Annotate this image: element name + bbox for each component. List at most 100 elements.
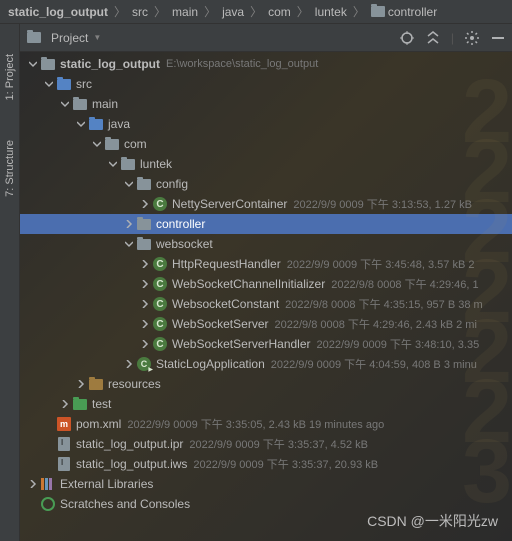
tree-node-label: resources [108,377,161,391]
breadcrumb-separator: 〉 [250,3,262,20]
class-icon: C [152,317,168,331]
tree-node-meta: 2022/9/9 0009 下午 3:35:37, 20.93 kB [193,456,378,472]
settings-icon[interactable] [464,30,480,46]
tree-node-label: main [92,97,118,111]
left-rail: 1: Project 7: Structure [0,24,20,541]
breadcrumb-item-com[interactable]: com [268,5,291,19]
tree-node-label: WebSocketServer [172,317,269,331]
watermark: CSDN @一米阳光zw [367,511,498,531]
tree-node-meta: 2022/9/9 0009 下午 4:04:59, 408 B 3 minu [271,356,477,372]
project-toolbar: Project ▼ | [20,24,512,52]
tree-node-label: src [76,77,92,91]
chevron-right-icon[interactable] [140,199,150,209]
class-icon: C [152,277,168,291]
source-folder-icon [88,117,104,131]
class-static-log-application[interactable]: CStaticLogApplication2022/9/9 0009 下午 4:… [20,354,512,374]
tree-node-meta: E:\workspace\static_log_output [166,58,318,70]
chevron-right-icon[interactable] [124,219,134,229]
class-http-request-handler[interactable]: CHttpRequestHandler2022/9/9 0009 下午 3:45… [20,254,512,274]
class-websocket-server-handler[interactable]: CWebSocketServerHandler2022/9/9 0009 下午 … [20,334,512,354]
chevron-down-icon[interactable] [60,99,70,109]
tree-node-label: luntek [140,157,172,171]
class-icon: C [152,337,168,351]
folder-com[interactable]: com [20,134,512,154]
hide-icon[interactable] [490,30,506,46]
breadcrumb-separator: 〉 [297,3,309,20]
chevron-right-icon[interactable] [140,339,150,349]
breadcrumb-item-static_log_output[interactable]: static_log_output [8,5,108,19]
chevron-down-icon[interactable] [124,179,134,189]
breadcrumb-separator: 〉 [114,3,126,20]
project-tree[interactable]: 2222223 static_log_outputE:\workspace\st… [20,52,512,541]
chevron-down-icon[interactable] [108,159,118,169]
breadcrumb-item-src[interactable]: src [132,5,148,19]
chevron-right-icon[interactable] [140,259,150,269]
breadcrumb-separator: 〉 [353,3,365,20]
folder-websocket[interactable]: websocket [20,234,512,254]
project-view-title[interactable]: Project [51,31,88,45]
folder-controller[interactable]: controller [20,214,512,234]
folder-main[interactable]: main [20,94,512,114]
chevron-right-icon[interactable] [28,479,38,489]
file-iws[interactable]: static_log_output.iws2022/9/9 0009 下午 3:… [20,454,512,474]
tree-node-label: WebSocketServerHandler [172,337,311,351]
folder-icon [40,57,56,71]
source-folder-icon [56,77,72,91]
breadcrumb-item-luntek[interactable]: luntek [315,5,347,19]
folder-src[interactable]: src [20,74,512,94]
application-icon: C [136,357,152,371]
locate-icon[interactable] [399,30,415,46]
chevron-right-icon[interactable] [124,359,134,369]
chevron-down-icon[interactable] [44,79,54,89]
tree-node-meta: 2022/9/8 0008 下午 4:29:46, 2.43 kB 2 mi [275,316,477,332]
breadcrumb-item-controller[interactable]: controller [371,5,437,19]
tree-node-label: HttpRequestHandler [172,257,281,271]
chevron-down-icon[interactable] [124,239,134,249]
folder-java[interactable]: java [20,114,512,134]
breadcrumb-item-java[interactable]: java [222,5,244,19]
tree-node-meta: 2022/9/9 0009 下午 3:35:05, 2.43 kB 19 min… [127,416,384,432]
file-ipr[interactable]: static_log_output.ipr 2022/9/9 0009 下午 3:… [20,434,512,454]
tree-node-label: controller [156,217,205,231]
libraries-icon [40,477,56,491]
breadcrumb-item-main[interactable]: main [172,5,198,19]
resources-folder-icon [88,377,104,391]
chevron-down-icon[interactable] [76,119,86,129]
tree-node-meta: 2022/9/9 0009 下午 3:35:37, 4.52 kB [189,436,368,452]
rail-tab-structure[interactable]: 7: Structure [4,140,16,197]
chevron-down-icon[interactable] [92,139,102,149]
tree-node-label: NettyServerContainer [172,197,287,211]
rail-tab-project[interactable]: 1: Project [4,54,16,100]
tree-node-label: com [124,137,147,151]
collapse-all-icon[interactable] [425,30,441,46]
class-websocket-server[interactable]: C WebSocketServer 2022/9/8 0008 下午 4:29:46… [20,314,512,334]
class-icon: C [152,257,168,271]
toolbar-separator: | [451,31,454,45]
chevron-right-icon[interactable] [76,379,86,389]
chevron-right-icon[interactable] [140,279,150,289]
external-libraries[interactable]: External Libraries [20,474,512,494]
arrow-placeholder [28,499,38,509]
class-websocket-channel-initializer[interactable]: CWebSocketChannelInitializer2022/9/8 000… [20,274,512,294]
chevron-right-icon[interactable] [140,319,150,329]
folder-icon [120,157,136,171]
project-view-dropdown-icon[interactable]: ▼ [93,33,101,42]
folder-config[interactable]: config [20,174,512,194]
folder-icon [136,237,152,251]
chevron-right-icon[interactable] [140,299,150,309]
folder-test[interactable]: test [20,394,512,414]
tree-node-meta: 2022/9/9 0009 下午 3:13:53, 1.27 kB [293,196,472,212]
test-folder-icon [72,397,88,411]
tree-node-label: External Libraries [60,477,153,491]
project-root[interactable]: static_log_outputE:\workspace\static_log… [20,54,512,74]
class-netty-server-container[interactable]: CNettyServerContainer2022/9/9 0009 下午 3:… [20,194,512,214]
chevron-down-icon[interactable] [28,59,38,69]
class-websocket-constant[interactable]: CWebsocketConstant2022/9/8 0008 下午 4:35:… [20,294,512,314]
tree-node-label: Scratches and Consoles [60,497,190,511]
file-pom-xml[interactable]: mpom.xml2022/9/9 0009 下午 3:35:05, 2.43 k… [20,414,512,434]
folder-resources[interactable]: resources [20,374,512,394]
chevron-right-icon[interactable] [60,399,70,409]
tree-node-label: static_log_output.ipr [76,437,183,451]
scratches-icon [40,497,56,511]
folder-luntek[interactable]: luntek [20,154,512,174]
